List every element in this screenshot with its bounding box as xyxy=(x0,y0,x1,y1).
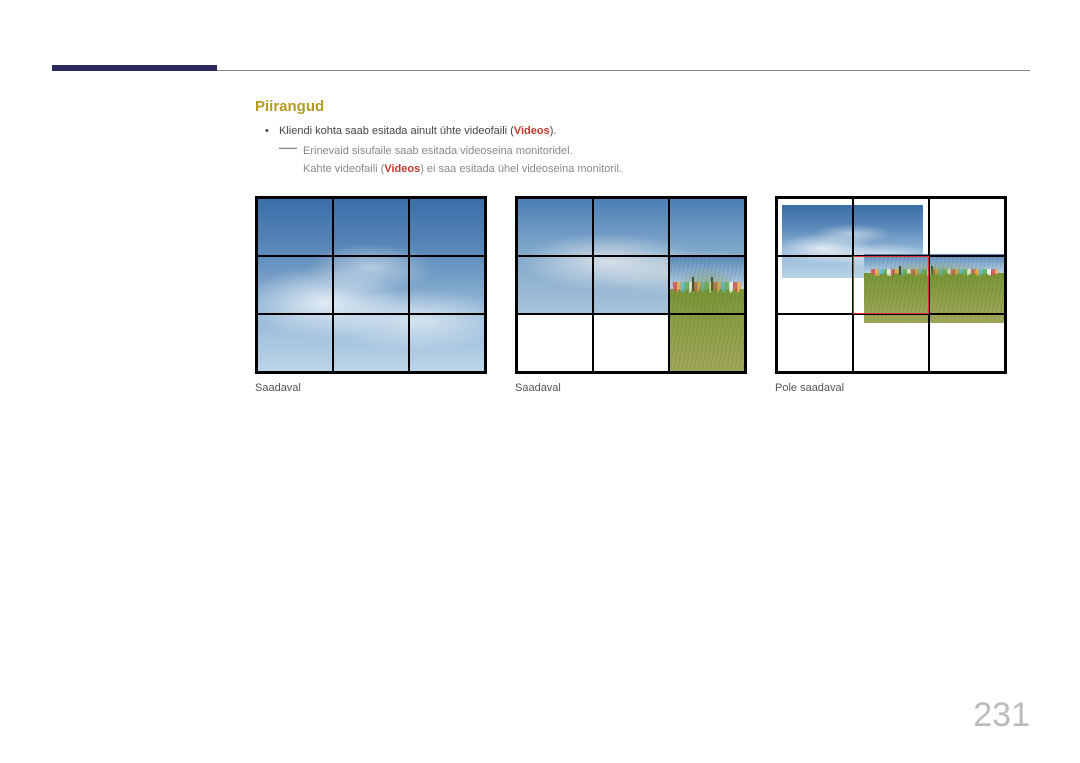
cell xyxy=(409,198,485,256)
diagram-not-available: Pole saadaval xyxy=(775,196,1007,394)
bullet-icon: • xyxy=(265,125,279,137)
note: ― Erinevaid sisufaile saab esitada video… xyxy=(255,143,1030,178)
cell xyxy=(257,314,333,372)
bullet-text: Kliendi kohta saab esitada ainult ühte v… xyxy=(279,125,556,137)
cell xyxy=(669,256,745,314)
note-text: Erinevaid sisufaile saab esitada videose… xyxy=(303,143,622,178)
cell xyxy=(929,256,1005,314)
cell xyxy=(517,198,593,256)
cell xyxy=(669,314,745,372)
bullet-item: • Kliendi kohta saab esitada ainult ühte… xyxy=(255,125,1030,137)
cell xyxy=(333,256,409,314)
dash-icon: ― xyxy=(279,141,297,153)
cell xyxy=(409,256,485,314)
page-number: 231 xyxy=(973,696,1030,735)
cell xyxy=(257,256,333,314)
cell xyxy=(853,256,929,314)
cell xyxy=(333,198,409,256)
cell xyxy=(929,198,1005,256)
main-content: Piirangud • Kliendi kohta saab esitada a… xyxy=(255,98,1030,394)
section-heading: Piirangud xyxy=(255,98,1030,115)
videowall-grid xyxy=(515,196,747,374)
videowall-grid xyxy=(775,196,1007,374)
cell xyxy=(409,314,485,372)
cell xyxy=(257,198,333,256)
cell xyxy=(517,256,593,314)
diagram-row: Saadaval xyxy=(255,196,1030,394)
diagram-available-2: Saadaval xyxy=(515,196,747,394)
cell xyxy=(853,314,929,372)
cell xyxy=(669,198,745,256)
videowall-grid xyxy=(255,196,487,374)
cell xyxy=(593,198,669,256)
diagram-available-1: Saadaval xyxy=(255,196,487,394)
cell xyxy=(517,314,593,372)
diagram-caption: Saadaval xyxy=(255,382,487,394)
cell xyxy=(777,198,853,256)
cell xyxy=(929,314,1005,372)
cell xyxy=(593,256,669,314)
header-accent xyxy=(52,65,217,71)
diagram-caption: Pole saadaval xyxy=(775,382,1007,394)
cell xyxy=(333,314,409,372)
cell xyxy=(777,314,853,372)
cell xyxy=(853,198,929,256)
diagram-caption: Saadaval xyxy=(515,382,747,394)
cell xyxy=(777,256,853,314)
cell xyxy=(593,314,669,372)
